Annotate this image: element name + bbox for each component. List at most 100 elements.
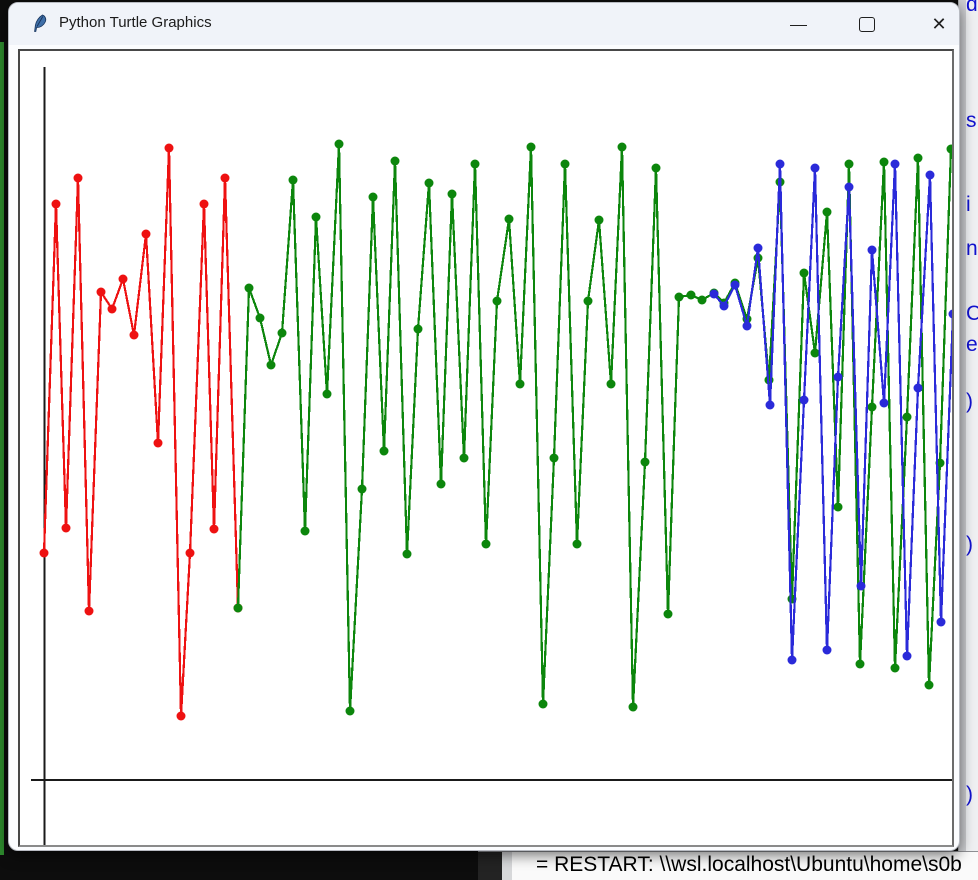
green-data-point <box>539 700 548 709</box>
green-data-point <box>312 213 321 222</box>
shell-output-fragment: n <box>966 238 978 259</box>
close-button[interactable]: ✕ <box>916 3 962 45</box>
green-data-point <box>516 380 525 389</box>
window-titlebar[interactable]: Python Turtle Graphics ✕ <box>9 3 959 45</box>
blue-data-point <box>926 171 935 180</box>
background-shell-right-sliver: dsinCe))) <box>958 0 978 879</box>
shell-output-fragment: ) <box>966 534 973 555</box>
minimize-button[interactable] <box>775 3 821 45</box>
red-series-line <box>44 148 238 716</box>
red-data-point <box>62 524 71 533</box>
green-data-point <box>800 269 809 278</box>
green-data-point <box>584 297 593 306</box>
blue-data-point <box>731 281 740 290</box>
shell-divider <box>502 852 512 880</box>
red-data-point <box>130 331 139 340</box>
blue-data-point <box>903 652 912 661</box>
red-data-point <box>119 275 128 284</box>
green-data-point <box>289 176 298 185</box>
green-data-point <box>482 540 491 549</box>
green-data-point <box>358 485 367 494</box>
shell-output-fragment: C <box>966 303 978 324</box>
green-data-point <box>346 707 355 716</box>
shell-output-fragment: i <box>966 194 971 215</box>
green-data-point <box>369 193 378 202</box>
shell-text-area[interactable]: = RESTART: \\wsl.localhost\Ubuntu\home\s… <box>512 852 978 880</box>
green-data-point <box>856 660 865 669</box>
red-data-point <box>200 200 209 209</box>
close-icon: ✕ <box>931 15 946 33</box>
green-data-point <box>823 208 832 217</box>
green-data-point <box>607 380 616 389</box>
turtle-canvas-plot <box>20 51 952 845</box>
green-data-point <box>925 681 934 690</box>
green-data-point <box>335 140 344 149</box>
blue-data-point <box>776 160 785 169</box>
blue-data-point <box>766 401 775 410</box>
green-data-point <box>471 160 480 169</box>
green-data-point <box>914 154 923 163</box>
green-data-point <box>403 550 412 559</box>
blue-data-point <box>788 656 797 665</box>
window-title: Python Turtle Graphics <box>59 14 212 31</box>
blue-data-point <box>880 399 889 408</box>
green-data-point <box>550 454 559 463</box>
blue-data-point <box>754 244 763 253</box>
red-data-point <box>142 230 151 239</box>
red-data-point <box>97 288 106 297</box>
green-data-point <box>437 480 446 489</box>
red-data-point <box>154 439 163 448</box>
green-data-point <box>323 390 332 399</box>
green-data-point <box>391 157 400 166</box>
green-data-point <box>868 403 877 412</box>
shell-scrollbar-block[interactable] <box>478 852 502 880</box>
python-feather-icon <box>31 14 51 34</box>
turtle-graphics-window: Python Turtle Graphics ✕ <box>8 2 960 851</box>
red-data-point <box>221 174 230 183</box>
shell-restart-line: = RESTART: \\wsl.localhost\Ubuntu\home\s… <box>536 853 962 877</box>
green-data-point <box>234 604 243 613</box>
shell-output-fragment: d <box>966 0 978 15</box>
green-data-point <box>675 293 684 302</box>
green-data-point <box>880 158 889 167</box>
blue-data-point <box>710 290 719 299</box>
red-data-point <box>74 174 83 183</box>
green-data-point <box>380 447 389 456</box>
green-data-point <box>595 216 604 225</box>
green-data-point <box>834 503 843 512</box>
green-data-point <box>256 314 265 323</box>
blue-data-point <box>743 322 752 331</box>
turtle-canvas-frame <box>18 49 954 847</box>
green-data-point <box>448 190 457 199</box>
green-data-point <box>301 527 310 536</box>
desktop: { "window": { "title": "Python Turtle Gr… <box>0 0 978 879</box>
blue-data-point <box>834 373 843 382</box>
shell-output-fragment: ) <box>966 784 973 805</box>
red-data-point <box>186 549 195 558</box>
green-data-point <box>527 143 536 152</box>
blue-data-point <box>949 310 953 319</box>
green-data-point <box>687 291 696 300</box>
green-data-point <box>698 296 707 305</box>
green-data-point <box>493 297 502 306</box>
minimize-icon <box>790 25 807 26</box>
green-data-point <box>505 215 514 224</box>
shell-output-fragment: e <box>966 334 978 355</box>
shell-output-fragment: s <box>966 110 977 131</box>
green-data-point <box>561 160 570 169</box>
maximize-button[interactable] <box>844 3 890 45</box>
blue-data-point <box>720 302 729 311</box>
green-data-point <box>618 143 627 152</box>
red-data-point <box>177 712 186 721</box>
blue-data-point <box>800 396 809 405</box>
green-data-point <box>573 540 582 549</box>
maximize-icon <box>859 17 875 32</box>
blue-data-point <box>891 160 900 169</box>
green-data-point <box>460 454 469 463</box>
red-data-point <box>108 305 117 314</box>
green-data-point <box>278 329 287 338</box>
red-data-point <box>85 607 94 616</box>
blue-data-point <box>937 618 946 627</box>
blue-series-line <box>714 164 952 660</box>
green-data-point <box>947 145 953 154</box>
